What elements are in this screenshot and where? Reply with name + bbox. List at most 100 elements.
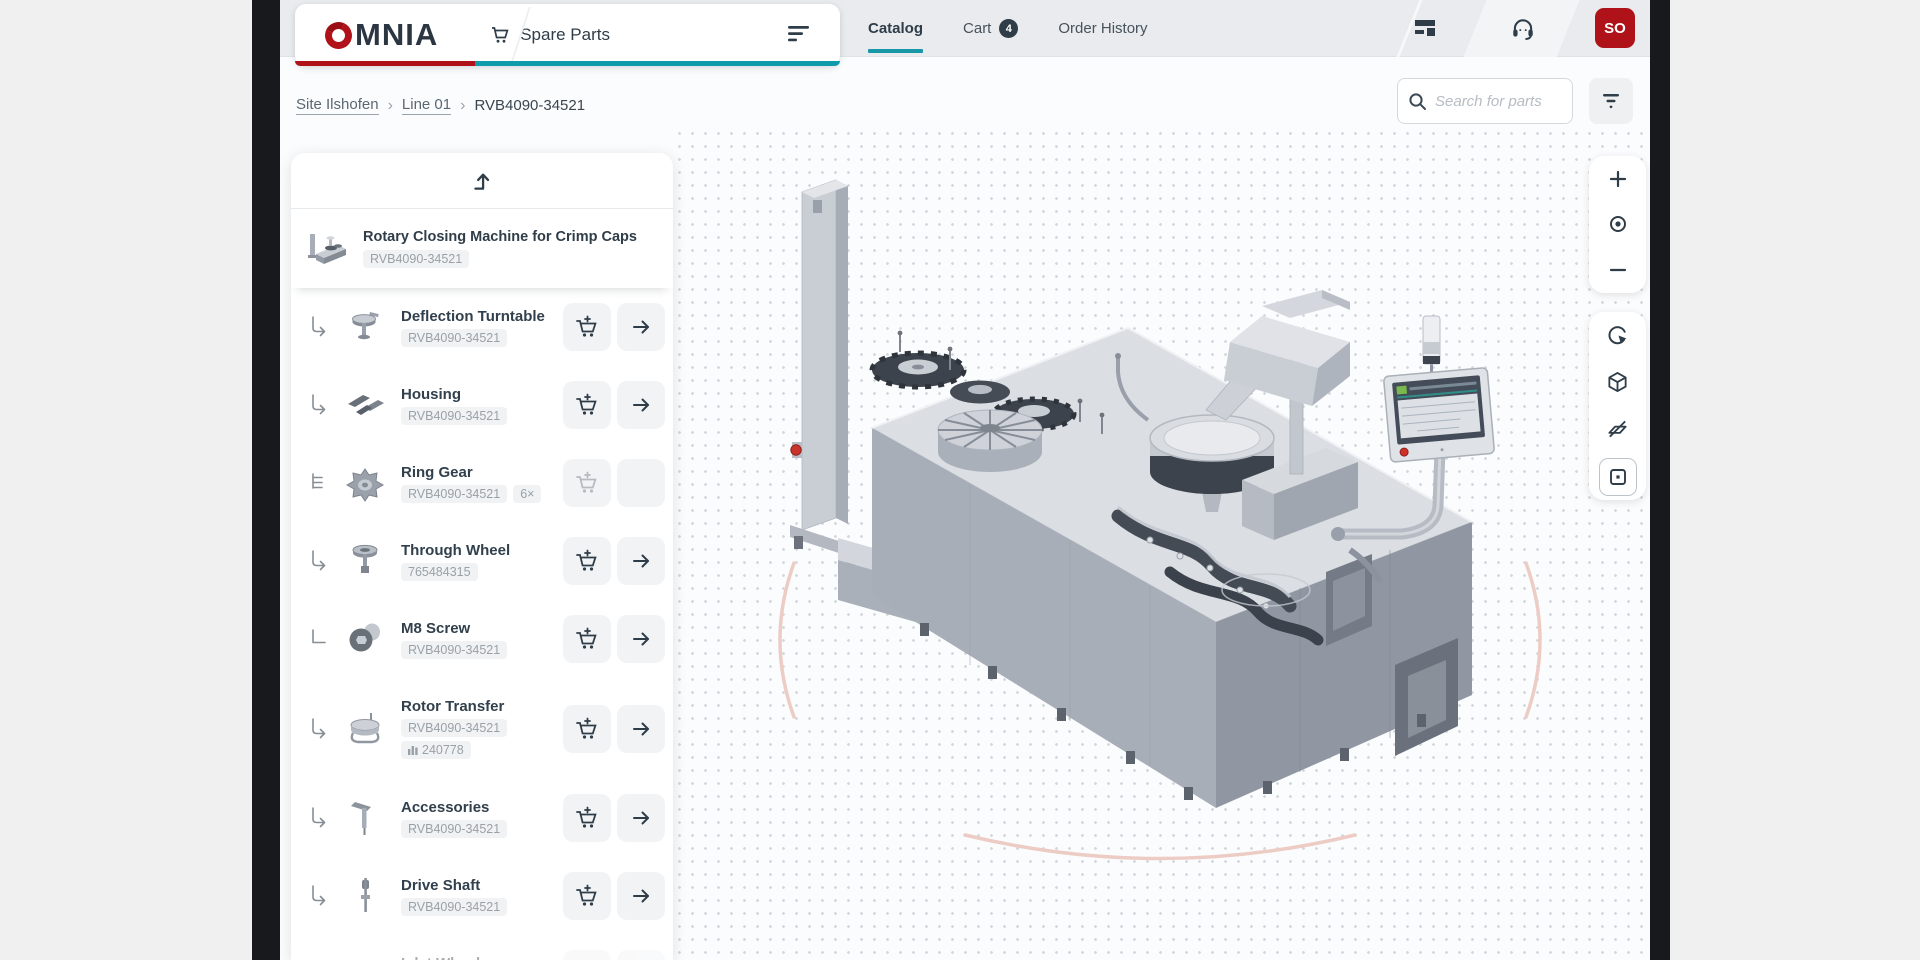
part-thumbnail [343,876,387,916]
part-detail-button[interactable] [617,537,665,585]
add-to-cart-icon [575,393,600,417]
menu-button[interactable] [788,26,810,42]
part-thumbnail [343,307,387,347]
filter-button[interactable] [1589,78,1633,124]
part-thumbnail [343,709,387,749]
parts-list-item[interactable]: Deflection Turntable RVB4090-34521 [291,288,673,366]
zoom-out-button[interactable] [1599,251,1637,289]
part-detail-button[interactable] [617,615,665,663]
breadcrumb-separator: › [388,97,393,115]
plane-off-icon [1606,418,1629,441]
breadcrumb-link[interactable]: Site Ilshofen [296,96,379,115]
tab-cart[interactable]: Cart4 [963,0,1018,57]
arrow-right-icon [631,719,652,739]
tree-branch-icon [309,885,331,907]
add-to-cart-button[interactable] [563,537,611,585]
machine-thumbnail [305,226,349,272]
add-to-cart-icon [575,627,600,651]
tree-multi-icon [309,472,331,494]
stock-bars-icon [408,745,418,755]
dashboard-icon [1415,20,1435,38]
rotate-cursor-icon [1606,324,1630,348]
part-thumbnail [343,619,387,659]
go-up-level-button[interactable] [291,153,673,209]
part-title: Inlet Wheel [401,955,563,960]
part-number-badge: RVB4090-34521 [401,407,507,425]
arrow-right-icon [631,886,652,906]
omnia-logo[interactable]: MNIA [295,17,438,53]
parts-list-item[interactable]: Housing RVB4090-34521 [291,366,673,444]
cart-icon [490,25,510,45]
part-detail-button[interactable] [617,705,665,753]
add-to-cart-button[interactable] [563,459,611,507]
add-to-cart-icon [575,471,600,495]
add-to-cart-button[interactable] [563,615,611,663]
parts-list-item[interactable]: Rotor Transfer RVB4090-34521 240778 [291,678,673,779]
center-view-button[interactable] [1599,205,1637,243]
part-number-badge: RVB4090-34521 [401,641,507,659]
arrow-right-icon [631,395,652,415]
parts-list-item[interactable]: Drive Shaft RVB4090-34521 [291,857,673,935]
add-to-cart-button[interactable] [563,705,611,753]
quantity-badge: 6× [513,485,541,503]
arrow-right-icon [631,317,652,337]
support-button[interactable] [1508,14,1538,44]
minus-icon [1608,260,1628,280]
part-detail-button[interactable] [617,794,665,842]
part-detail-button[interactable] [617,303,665,351]
add-to-cart-button[interactable] [563,872,611,920]
part-title: Deflection Turntable [401,308,563,325]
machine-header[interactable]: Rotary Closing Machine for Crimp Caps RV… [291,209,673,288]
hide-section-button[interactable] [1599,411,1637,449]
breadcrumb-link[interactable]: Line 01 [402,96,451,115]
parts-list-item[interactable]: Through Wheel 765484315 [291,522,673,600]
tab-order-history[interactable]: Order History [1058,0,1147,57]
frame-view-button[interactable] [1599,458,1637,496]
add-to-cart-button[interactable] [563,303,611,351]
breadcrumb: Site Ilshofen›Line 01›RVB4090-34521 [296,96,585,115]
machine-part-number: RVB4090-34521 [363,250,469,268]
part-thumbnail [343,954,387,960]
part-detail-button[interactable] [617,459,665,507]
part-detail-button[interactable] [617,381,665,429]
add-to-cart-button[interactable] [563,381,611,429]
add-to-cart-icon [575,717,600,741]
parts-list-item[interactable]: M8 Screw RVB4090-34521 [291,600,673,678]
machine-title: Rotary Closing Machine for Crimp Caps [363,229,637,245]
arrow-up-level-icon [470,170,494,192]
headset-icon [1510,16,1536,42]
dashboard-button[interactable] [1410,14,1440,44]
part-thumbnail [343,798,387,838]
frame-dot-icon [1607,466,1629,488]
zoom-in-button[interactable] [1599,160,1637,198]
user-avatar[interactable]: SO [1595,8,1635,48]
arrow-right-icon [631,551,652,571]
parts-list-item[interactable]: Inlet Wheel RVB4090-34521 [291,935,673,960]
viewer-canvas-3d[interactable] [673,127,1650,960]
part-detail-button[interactable] [617,872,665,920]
arrow-right-icon [631,629,652,649]
part-title: Drive Shaft [401,877,563,894]
cart-count-badge: 4 [999,19,1018,38]
add-to-cart-icon [575,884,600,908]
tab-catalog[interactable]: Catalog [868,0,923,57]
breadcrumb-separator: › [460,97,465,115]
tab-label: Order History [1058,20,1147,37]
part-number-badge: RVB4090-34521 [401,898,507,916]
add-to-cart-icon [575,549,600,573]
parts-list-item[interactable]: Accessories RVB4090-34521 [291,779,673,857]
add-to-cart-button[interactable] [563,794,611,842]
part-detail-button[interactable] [617,950,665,960]
part-number-badge: 765484315 [401,563,478,581]
rotate-tool-button[interactable] [1599,317,1637,355]
tree-corner-icon [309,628,331,650]
add-to-cart-button[interactable] [563,950,611,960]
parts-search[interactable] [1397,78,1573,124]
logo-o-ring [321,18,356,53]
app-title-label: Spare Parts [520,25,610,45]
part-number-badge: RVB4090-34521 [401,820,507,838]
search-input[interactable] [1435,93,1555,110]
parts-list-item[interactable]: Ring Gear RVB4090-34521 6× [291,444,673,522]
view-3d-button[interactable] [1599,364,1637,402]
parts-list: Deflection Turntable RVB4090-34521 [291,288,673,960]
